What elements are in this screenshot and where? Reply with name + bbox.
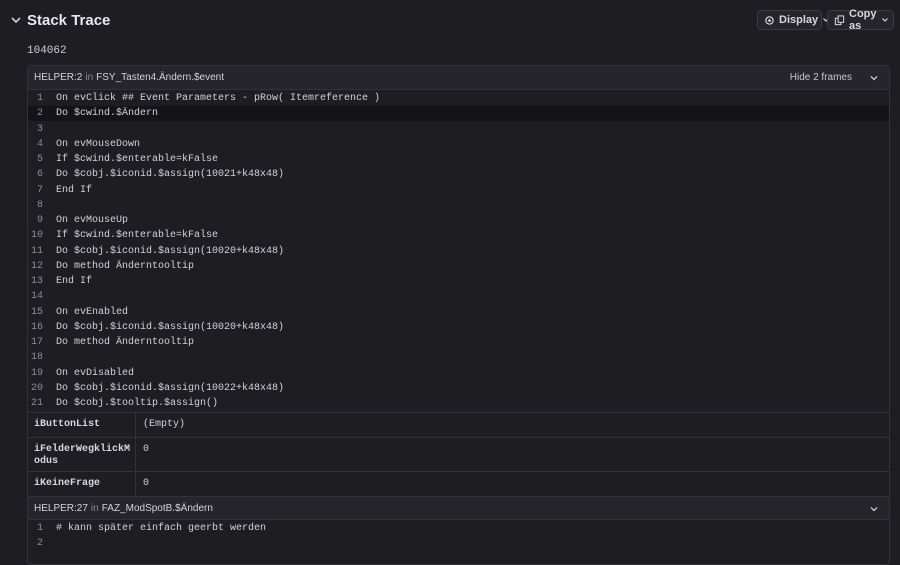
line-number: 8: [36, 199, 43, 211]
frame-header[interactable]: HELPER:27 in FAZ_ModSpotB.$Ändern: [28, 496, 889, 520]
code-context: 1 On evClick ## Event Parameters - pRow( …: [28, 91, 889, 412]
line-code: # kann später einfach geerbt werden: [56, 523, 267, 534]
variable-value: 0: [143, 478, 150, 489]
frame-module: HELPER:27: [34, 503, 88, 514]
line-code: On evMouseDown: [56, 138, 141, 150]
variable-key: iKeineFrage: [28, 472, 136, 496]
frame-title: HELPER:27 in FAZ_ModSpotB.$Ändern: [34, 503, 213, 514]
line-code: If $cwind.$enterable=kFalse: [56, 230, 219, 242]
line-code: Do $cobj.$iconid.$assign(10021+k48x48): [56, 169, 285, 181]
code-line: 20 Do $cobj.$iconid.$assign(10022+k48x48): [28, 381, 889, 396]
code-line: 21 Do $cobj.$tooltip.$assign(): [28, 396, 889, 411]
line-number: 18: [30, 352, 43, 364]
frame-in-word: in: [85, 72, 94, 83]
line-number: 9: [36, 215, 43, 226]
variable-value: 0: [143, 444, 150, 455]
frame-in-word: in: [90, 503, 99, 514]
frame-header[interactable]: HELPER:2 in FSY_Tasten4.Ändern.$event Hide…: [28, 66, 889, 90]
code-line: 14: [28, 289, 889, 304]
code-line: 11 Do $cobj.$iconid.$assign(10020+k48x48): [28, 244, 889, 259]
code-line: 15 On evEnabled: [28, 305, 889, 320]
copy-as-button-label: Copy as: [849, 8, 877, 32]
variable-key: iButtonList: [28, 413, 136, 437]
variable-key: iFelderWegklickModus: [28, 438, 136, 471]
chevron-down-icon: [881, 18, 888, 22]
frame-function: FSY_Tasten4.Ändern.$event: [96, 72, 225, 83]
line-code: Do method Änderntooltip: [56, 337, 195, 348]
line-code: Do $cwind.$Ändern: [56, 108, 159, 120]
code-line: 6 Do $cobj.$iconid.$assign(10021+k48x48): [28, 167, 889, 182]
line-number: 13: [30, 276, 43, 287]
code-line: 2 Do $cwind.$Ändern: [28, 106, 889, 122]
line-number: 2: [36, 108, 43, 120]
code-line: 7 End If: [28, 183, 889, 198]
line-code: Do $cobj.$iconid.$assign(10020+k48x48): [56, 321, 285, 333]
code-line: 10 If $cwind.$enterable=kFalse: [28, 228, 889, 243]
line-number: 6: [36, 169, 43, 181]
line-number: 17: [30, 337, 43, 348]
line-code: On evDisabled: [56, 367, 135, 379]
code-line: 1 On evClick ## Event Parameters - pRow( …: [28, 91, 889, 106]
code-line: 19 On evDisabled: [28, 366, 889, 381]
line-number: 7: [36, 184, 43, 196]
code-line: 3: [28, 122, 889, 137]
chevron-down-icon[interactable]: [869, 504, 879, 514]
stack-frames-panel: HELPER:2 in FSY_Tasten4.Ändern.$event Hide…: [27, 65, 890, 565]
chevron-down-icon[interactable]: [9, 13, 23, 27]
line-code: On evEnabled: [56, 306, 129, 318]
event-id: 104062: [27, 45, 67, 57]
line-code: Do method Änderntooltip: [56, 260, 195, 272]
line-number: 1: [36, 523, 43, 534]
line-number: 12: [30, 260, 43, 272]
line-number: 19: [30, 367, 43, 379]
stack-trace-header: Stack Trace Display Copy as: [0, 0, 900, 40]
frame-title: HELPER:2 in FSY_Tasten4.Ändern.$event: [34, 72, 224, 83]
line-number: 20: [30, 382, 43, 394]
line-code: On evMouseUp: [56, 215, 129, 226]
code-line: 4 On evMouseDown: [28, 137, 889, 152]
copy-icon: [834, 14, 845, 25]
code-line: 17 Do method Änderntooltip: [28, 335, 889, 350]
section-title: Stack Trace: [27, 12, 111, 29]
line-code: Do $cobj.$iconid.$assign(10022+k48x48): [56, 382, 285, 394]
line-number: 21: [30, 398, 43, 409]
line-number: 10: [30, 230, 43, 242]
line-number: 1: [36, 93, 43, 104]
line-code: If $cwind.$enterable=kFalse: [56, 154, 219, 165]
variable-value: (Empty): [143, 419, 186, 430]
line-number: 4: [36, 138, 43, 150]
variable-row: iFelderWegklickModus 0: [28, 437, 889, 471]
code-line: 8: [28, 198, 889, 213]
code-line: 18: [28, 350, 889, 365]
code-line: 12 Do method Änderntooltip: [28, 259, 889, 274]
gear-icon: [765, 15, 774, 25]
code-line: 5 If $cwind.$enterable=kFalse: [28, 152, 889, 167]
display-button-label: Display: [779, 14, 819, 26]
line-number: 16: [30, 321, 43, 333]
frame-function: FAZ_ModSpotB.$Ändern: [101, 503, 213, 514]
copy-as-button[interactable]: Copy as: [827, 8, 894, 32]
line-number: 14: [30, 291, 43, 303]
line-number: 2: [36, 538, 43, 550]
variable-row: iKeineFrage 0: [28, 471, 889, 496]
code-line: 2: [28, 536, 889, 551]
chevron-down-icon[interactable]: [869, 73, 879, 83]
line-number: 15: [30, 306, 43, 318]
line-number: 11: [30, 245, 43, 257]
variable-row: iButtonList (Empty): [28, 412, 889, 437]
line-number: 3: [36, 123, 43, 135]
code-line: 9 On evMouseUp: [28, 213, 889, 228]
line-code: Do $cobj.$iconid.$assign(10020+k48x48): [56, 245, 285, 257]
code-line: 13 End If: [28, 274, 889, 289]
line-number: 5: [36, 154, 43, 165]
code-line: 1 # kann später einfach geerbt werden: [28, 521, 889, 536]
line-code: End If: [56, 276, 93, 287]
code-line: 16 Do $cobj.$iconid.$assign(10020+k48x48): [28, 320, 889, 335]
hide-frames-button[interactable]: Hide 2 frames: [790, 72, 852, 83]
line-code: On evClick ## Event Parameters - pRow( I…: [56, 93, 381, 104]
line-code: Do $cobj.$tooltip.$assign(): [56, 398, 219, 409]
line-code: End If: [56, 184, 93, 196]
frame-module: HELPER:2: [34, 72, 83, 83]
display-button[interactable]: Display: [757, 10, 830, 30]
